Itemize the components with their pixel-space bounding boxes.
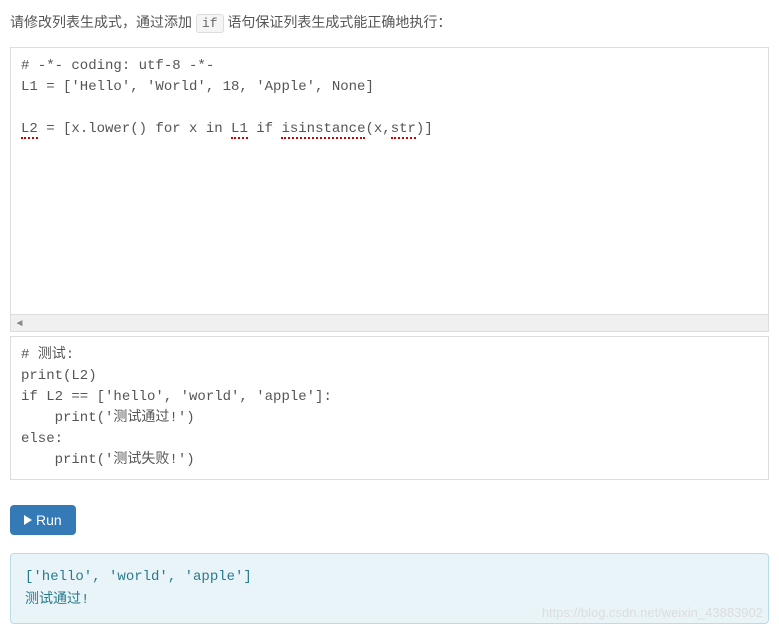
run-button-label: Run (36, 512, 62, 528)
code-token-str: str (391, 121, 416, 139)
instruction-prefix: 请修改列表生成式，通过添加 (10, 14, 196, 30)
code-token-isinstance: isinstance (281, 121, 365, 139)
code-token-l2: L2 (21, 121, 38, 139)
code-token-l1: L1 (231, 121, 248, 139)
instruction-suffix: 语句保证列表生成式能正确地执行： (224, 14, 452, 30)
instruction-inline-code: if (196, 14, 224, 33)
play-icon (24, 515, 32, 525)
instruction-text: 请修改列表生成式，通过添加 if 语句保证列表生成式能正确地执行： (10, 10, 769, 35)
output-panel: ['hello', 'world', 'apple'] 测试通过! (10, 553, 769, 624)
code-editor[interactable]: # -*- coding: utf-8 -*- L1 = ['Hello', '… (10, 47, 769, 315)
code-line-2: L1 = ['Hello', 'World', 18, 'Apple', Non… (21, 79, 374, 95)
code-line-1: # -*- coding: utf-8 -*- (21, 58, 214, 74)
scroll-left-icon[interactable]: ◄ (11, 315, 28, 332)
test-code-block: # 测试: print(L2) if L2 == ['hello', 'worl… (10, 336, 769, 480)
run-button[interactable]: Run (10, 505, 76, 535)
horizontal-scrollbar[interactable]: ◄ (10, 315, 769, 332)
